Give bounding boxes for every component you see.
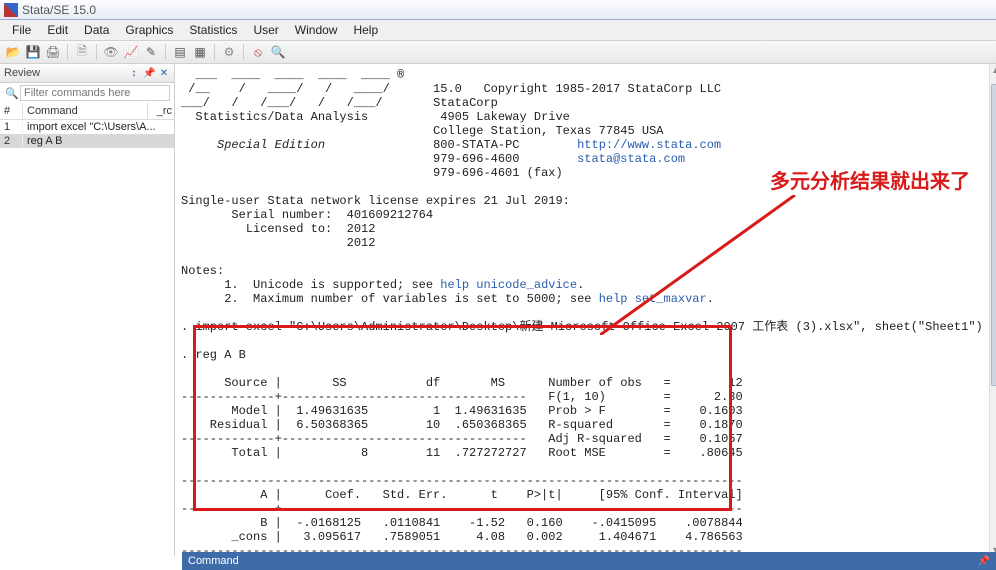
menu-file[interactable]: File	[4, 21, 39, 39]
variables-manager-icon[interactable]: ⚙	[220, 43, 238, 61]
menu-graphics[interactable]: Graphics	[117, 21, 181, 39]
break-icon[interactable]: ⦸	[249, 43, 267, 61]
search-icon[interactable]: 🔍	[4, 85, 20, 101]
menu-statistics[interactable]: Statistics	[181, 21, 245, 39]
search-help-icon[interactable]: 🔍	[269, 43, 287, 61]
review-header: Review ↕ 📌 ✕	[0, 64, 174, 83]
window-title: Stata/SE 15.0	[22, 3, 96, 17]
viewer-icon[interactable]: 👁	[102, 43, 120, 61]
data-browser-icon[interactable]: ▦	[191, 43, 209, 61]
stata-url[interactable]: http://www.stata.com	[577, 138, 721, 152]
review-row-num: 1	[0, 121, 23, 133]
review-columns: # Command _rc	[0, 103, 174, 120]
review-row-num: 2	[0, 135, 23, 147]
review-filter-row: 🔍	[0, 83, 174, 103]
toolbar: 📂 💾 🖨 🗎 👁 📈 ✎ ▤ ▦ ⚙ ⦸ 🔍	[0, 41, 996, 64]
help-maxvar-link[interactable]: help set_maxvar	[599, 292, 707, 306]
menu-window[interactable]: Window	[287, 21, 346, 39]
review-pin-icon[interactable]: 📌	[143, 68, 155, 80]
open-icon[interactable]: 📂	[4, 43, 22, 61]
review-col-num[interactable]: #	[0, 103, 23, 119]
results-text[interactable]: ___ ____ ____ ____ ____ ® /__ / ____/ / …	[175, 64, 989, 556]
menu-user[interactable]: User	[245, 21, 286, 39]
data-editor-icon[interactable]: ▤	[171, 43, 189, 61]
review-row[interactable]: 2 reg A B	[0, 134, 174, 148]
print-icon[interactable]: 🖨	[44, 43, 62, 61]
review-row[interactable]: 1 import excel "C:\Users\A...	[0, 120, 174, 134]
scroll-up-icon[interactable]: ▲	[990, 64, 996, 76]
review-col-rc[interactable]: _rc	[148, 103, 174, 119]
review-row-cmd: reg A B	[23, 135, 174, 147]
menu-bar: File Edit Data Graphics Statistics User …	[0, 20, 996, 41]
annotation-text: 多元分析结果就出来了	[770, 165, 970, 194]
review-col-command[interactable]: Command	[23, 103, 148, 119]
results-scrollbar[interactable]: ▲ ▼	[989, 64, 996, 556]
review-row-cmd: import excel "C:\Users\A...	[23, 121, 174, 133]
menu-edit[interactable]: Edit	[39, 21, 76, 39]
app-icon	[4, 3, 18, 17]
save-icon[interactable]: 💾	[24, 43, 42, 61]
command-label: Command	[188, 555, 239, 567]
review-hide-icon[interactable]: ↕	[128, 68, 140, 80]
menu-help[interactable]: Help	[345, 21, 386, 39]
review-filter-input[interactable]	[20, 85, 170, 101]
help-unicode-link[interactable]: help unicode_advice	[440, 278, 577, 292]
review-pane: Review ↕ 📌 ✕ 🔍 # Command _rc 1 import ex…	[0, 64, 175, 556]
title-bar: Stata/SE 15.0	[0, 0, 996, 20]
review-title: Review	[4, 67, 40, 79]
command-bar[interactable]: Command 📌	[182, 552, 996, 570]
results-pane: ___ ____ ____ ____ ____ ® /__ / ____/ / …	[175, 64, 996, 556]
log-icon[interactable]: 🗎	[73, 43, 91, 61]
graph-icon[interactable]: 📈	[122, 43, 140, 61]
do-editor-icon[interactable]: ✎	[142, 43, 160, 61]
stata-email[interactable]: stata@stata.com	[577, 152, 685, 166]
review-close-icon[interactable]: ✕	[158, 68, 170, 80]
scroll-thumb[interactable]	[991, 84, 996, 386]
command-pin-icon[interactable]: 📌	[978, 556, 990, 567]
menu-data[interactable]: Data	[76, 21, 117, 39]
review-list: 1 import excel "C:\Users\A... 2 reg A B	[0, 120, 174, 556]
